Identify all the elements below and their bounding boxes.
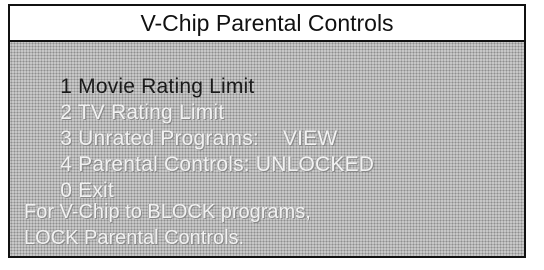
menu-item-label: 4 Parental Controls: UNLOCKED (60, 153, 375, 176)
menu-item-label: 2 TV Rating Limit (60, 101, 225, 124)
vchip-menu-window: V-Chip Parental Controls 1 Movie Rating … (8, 4, 526, 258)
notice-line-1: For V-Chip to BLOCK programs, (24, 201, 311, 223)
menu-title: V-Chip Parental Controls (10, 6, 524, 42)
notice-line-2: LOCK Parental Controls. (24, 227, 245, 249)
lock-notice: For V-Chip to BLOCK programs, LOCK Paren… (24, 199, 524, 251)
menu-item-movie-rating-limit[interactable]: 1 Movie Rating Limit (24, 48, 524, 98)
unrated-programs-value: VIEW (282, 127, 338, 150)
menu-item-label: 1 Movie Rating Limit (60, 75, 255, 98)
menu-body: 1 Movie Rating Limit 2 TV Rating Limit 3… (10, 42, 524, 256)
menu-item-label: 3 Unrated Programs: (60, 127, 259, 150)
